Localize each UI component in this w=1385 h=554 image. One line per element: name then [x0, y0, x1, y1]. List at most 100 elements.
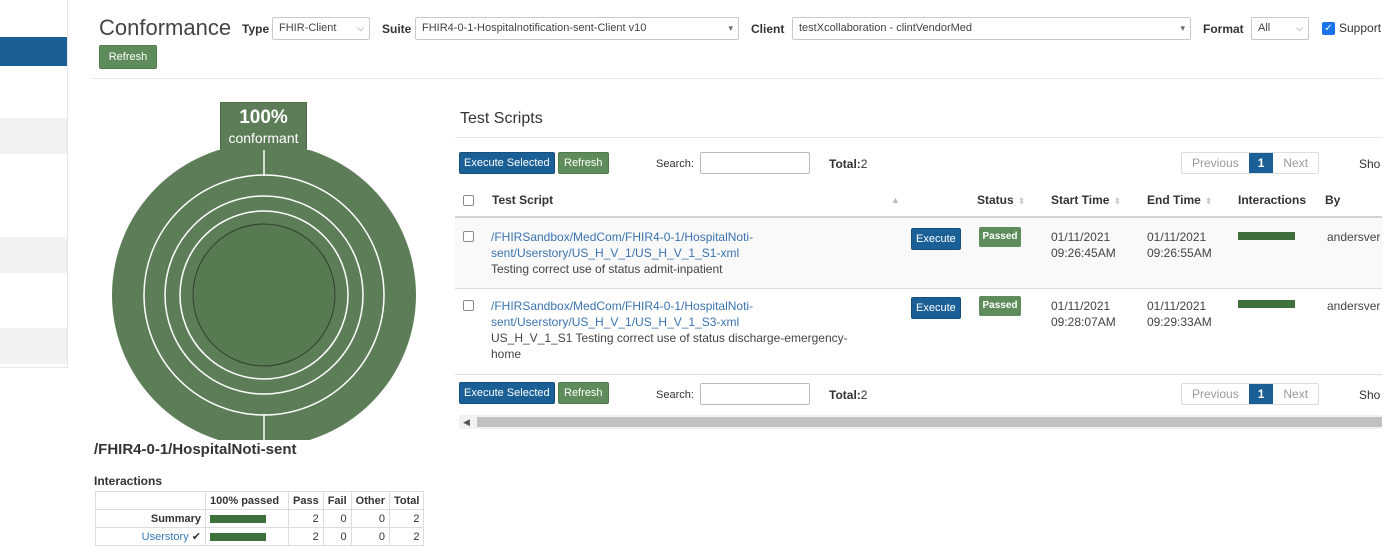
row-checkbox[interactable] [463, 231, 474, 242]
execute-button[interactable]: Execute [911, 228, 961, 250]
pagination-previous[interactable]: Previous [1182, 153, 1249, 173]
pagination-page-1[interactable]: 1 [1248, 384, 1274, 404]
suite-label: Suite [382, 22, 412, 36]
conformance-percent: 100% [239, 107, 288, 128]
pagination-next[interactable]: Next [1273, 153, 1318, 173]
test-script-link[interactable]: /FHIRSandbox/MedCom/FHIR4-0-1/HospitalNo… [491, 229, 753, 261]
sidebar-item-3[interactable] [0, 237, 67, 273]
search-label-bottom: Search: [656, 389, 694, 401]
show-entries-label-bottom: Sho [1359, 388, 1381, 402]
column-header-interactions[interactable]: Interactions [1238, 193, 1306, 207]
scrollbar-thumb[interactable] [477, 417, 1382, 427]
format-select[interactable]: All ⌵ [1251, 17, 1309, 40]
start-time-cell: 01/11/2021 09:26:45AM [1051, 230, 1116, 260]
page-title: Conformance [99, 15, 232, 40]
type-label: Type [242, 22, 270, 36]
table-row: Userstory ✔ 2 0 0 2 [95, 527, 425, 546]
divider [92, 78, 1382, 79]
column-header-start-time[interactable]: Start Time ⬍ [1051, 193, 1121, 207]
horizontal-scrollbar[interactable]: ◀ [459, 415, 1382, 429]
check-icon: ✔ [191, 531, 201, 543]
test-script-cell: /FHIRSandbox/MedCom/FHIR4-0-1/HospitalNo… [491, 298, 848, 362]
type-select[interactable]: FHIR-Client ⌵ [272, 17, 370, 40]
interactions-bar [1238, 300, 1295, 308]
row-label: Summary [95, 509, 206, 528]
execute-button[interactable]: Execute [911, 297, 961, 319]
table-header: Other [350, 491, 391, 510]
pagination-page-1[interactable]: 1 [1248, 153, 1274, 173]
sidebar-item-4[interactable] [0, 328, 67, 364]
chevron-down-icon: ▾ [1180, 23, 1185, 33]
check-icon: ✓ [1324, 23, 1333, 34]
execute-selected-button-bottom[interactable]: Execute Selected [459, 382, 555, 404]
chevron-down-icon: ⌵ [357, 23, 364, 33]
total-count-bottom: Total:2 [829, 388, 868, 402]
sort-asc-icon[interactable]: ▲ [891, 195, 900, 205]
row-checkbox[interactable] [463, 300, 474, 311]
total-count: Total:2 [829, 157, 868, 171]
by-cell: andersver [1327, 230, 1381, 244]
userstory-link[interactable]: Userstory [142, 531, 189, 543]
sidebar-item-2[interactable] [0, 118, 67, 154]
column-header-by[interactable]: By [1325, 193, 1340, 207]
column-header-end-time[interactable]: End Time ⬍ [1147, 193, 1212, 207]
format-label: Format [1203, 22, 1244, 36]
conformance-percent-box: 100% conformant [220, 102, 307, 154]
refresh-scripts-button-bottom[interactable]: Refresh [558, 382, 609, 404]
select-all-checkbox[interactable] [463, 195, 474, 206]
table-header: Fail [322, 491, 352, 510]
refresh-button[interactable]: Refresh [99, 45, 157, 69]
divider [455, 137, 1382, 138]
show-entries-label: Sho [1359, 157, 1381, 171]
chevron-down-icon: ⌵ [1296, 23, 1303, 33]
donut-center [192, 223, 336, 367]
table-header: Pass [288, 491, 324, 510]
end-time-cell: 01/11/2021 09:29:33AM [1147, 299, 1212, 329]
table-header: Total [388, 491, 425, 510]
scroll-left-icon[interactable]: ◀ [463, 415, 470, 429]
table-row: Summary 2 0 0 2 [95, 509, 425, 528]
test-script-description: US_H_V_1_S1 Testing correct use of statu… [491, 331, 848, 361]
pagination: Previous 1 Next [1181, 152, 1320, 174]
column-header-test-script[interactable]: Test Script [492, 193, 553, 207]
search-label: Search: [656, 158, 694, 170]
search-input[interactable] [700, 152, 810, 174]
suite-select[interactable]: FHIR4-0-1-Hospitalnotification-sent-Clie… [415, 17, 739, 40]
conformance-percent-label: conformant [228, 130, 299, 146]
sort-icon: ⬍ [1017, 196, 1026, 206]
column-header-status[interactable]: Status ⬍ [977, 193, 1025, 207]
test-script-link[interactable]: /FHIRSandbox/MedCom/FHIR4-0-1/HospitalNo… [491, 298, 848, 330]
by-cell: andersver [1327, 299, 1381, 313]
pass-bar [210, 532, 266, 541]
table-header-empty [95, 491, 206, 510]
interactions-table: 100% passed Pass Fail Other Total Summar… [95, 491, 425, 546]
left-sidebar [0, 0, 68, 368]
sort-icon: ⬍ [1204, 196, 1213, 206]
start-time-cell: 01/11/2021 09:28:07AM [1051, 299, 1116, 329]
support-checkbox[interactable]: ✓ [1322, 22, 1335, 35]
chevron-down-icon: ▾ [728, 23, 733, 33]
end-time-cell: 01/11/2021 09:26:55AM [1147, 230, 1212, 260]
status-badge: Passed [979, 296, 1021, 316]
execute-selected-button[interactable]: Execute Selected [459, 152, 555, 174]
refresh-scripts-button[interactable]: Refresh [558, 152, 609, 174]
row-divider [455, 288, 1382, 289]
suite-name: /FHIR4-0-1/HospitalNoti-sent [94, 441, 297, 458]
search-input-bottom[interactable] [700, 383, 810, 405]
row-divider [455, 374, 1382, 375]
conformance-donut-chart [112, 150, 416, 440]
interactions-bar [1238, 232, 1295, 240]
support-label: Support [1339, 21, 1382, 35]
client-label: Client [751, 22, 785, 36]
pass-bar [210, 514, 266, 523]
test-scripts-title: Test Scripts [460, 110, 543, 127]
pagination-bottom: Previous 1 Next [1181, 383, 1320, 405]
pagination-previous[interactable]: Previous [1182, 384, 1249, 404]
table-header: 100% passed [205, 491, 289, 510]
sidebar-item-active[interactable] [0, 37, 67, 66]
test-script-cell: /FHIRSandbox/MedCom/FHIR4-0-1/HospitalNo… [491, 229, 753, 277]
pagination-next[interactable]: Next [1273, 384, 1318, 404]
test-script-description: Testing correct use of status admit-inpa… [491, 262, 723, 276]
sort-icon: ⬍ [1113, 196, 1122, 206]
client-select[interactable]: testXcollaboration - clintVendorMed ▾ [792, 17, 1191, 40]
